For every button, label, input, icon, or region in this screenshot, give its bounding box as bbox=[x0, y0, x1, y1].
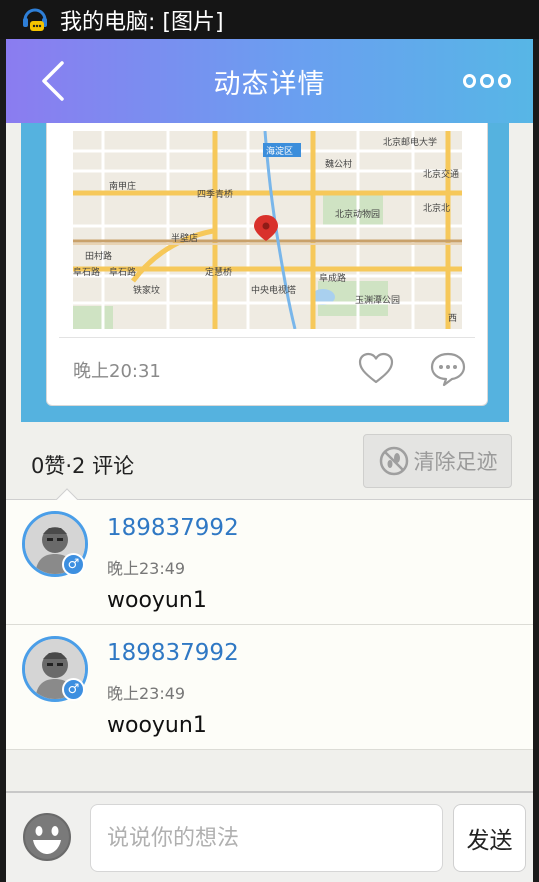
more-dot-icon bbox=[463, 74, 477, 88]
comment-item: ♂ 189837992 晚上23:49 wooyun1 bbox=[6, 625, 533, 750]
stats-bar: 0赞·2 评论 清除足迹 bbox=[6, 422, 533, 500]
send-button[interactable]: 发送 bbox=[453, 804, 526, 872]
map-label: 半壁店 bbox=[171, 232, 198, 244]
post-card: 海淀区 北京邮电大学 北京交通 魏公村 南甲庄 四季青桥 北京动物园 北京北 半… bbox=[46, 123, 488, 406]
clear-footprint-label: 清除足迹 bbox=[413, 450, 498, 474]
comment-button[interactable] bbox=[428, 349, 468, 389]
comment-username[interactable]: 189837992 bbox=[107, 640, 239, 666]
back-button[interactable] bbox=[36, 59, 76, 103]
status-title: 我的电脑: [图片] bbox=[60, 9, 224, 35]
qq-chat-icon bbox=[22, 6, 48, 34]
chevron-left-icon bbox=[42, 61, 64, 101]
composer-bar: 发送 bbox=[6, 791, 533, 882]
map-label: 南甲庄 bbox=[109, 180, 136, 192]
speech-bubble-icon bbox=[430, 352, 466, 387]
comment-username[interactable]: 189837992 bbox=[107, 515, 239, 541]
comment-item: ♂ 189837992 晚上23:49 wooyun1 bbox=[6, 500, 533, 625]
map-icon: 海淀区 北京邮电大学 北京交通 魏公村 南甲庄 四季青桥 北京动物园 北京北 半… bbox=[73, 131, 462, 329]
map-label: 定慧桥 bbox=[205, 266, 232, 278]
status-bar: 我的电脑: [图片] bbox=[0, 0, 539, 39]
map-image[interactable]: 海淀区 北京邮电大学 北京交通 魏公村 南甲庄 四季青桥 北京动物园 北京北 半… bbox=[73, 131, 462, 329]
map-label: 北京北 bbox=[423, 202, 450, 214]
page-title: 动态详情 bbox=[213, 68, 326, 100]
map-label: 西 bbox=[448, 313, 457, 324]
map-label: 玉渊潭公园 bbox=[355, 295, 400, 306]
map-label: 四季青桥 bbox=[197, 188, 233, 200]
comment-time: 晚上23:49 bbox=[107, 684, 186, 703]
comment-time: 晚上23:49 bbox=[107, 559, 186, 578]
more-dot-icon bbox=[497, 74, 511, 88]
comment-text: wooyun1 bbox=[107, 588, 207, 613]
right-edge bbox=[533, 39, 539, 882]
likes-comments-count: 0赞·2 评论 bbox=[31, 454, 135, 478]
map-label: 魏公村 bbox=[325, 158, 352, 170]
map-label: 阜成路 bbox=[319, 272, 346, 284]
heart-outline-icon bbox=[358, 352, 394, 384]
post-background: 海淀区 北京邮电大学 北京交通 魏公村 南甲庄 四季青桥 北京动物园 北京北 半… bbox=[21, 123, 509, 422]
more-dot-icon bbox=[480, 74, 494, 88]
content-area: 海淀区 北京邮电大学 北京交通 魏公村 南甲庄 四季青桥 北京动物园 北京北 半… bbox=[6, 123, 533, 791]
comment-list: ♂ 189837992 晚上23:49 wooyun1 ♂ 189837992 … bbox=[6, 500, 533, 750]
map-label: 阜石路 bbox=[73, 266, 100, 278]
map-label: 阜石路 bbox=[109, 266, 136, 278]
male-gender-icon: ♂ bbox=[62, 678, 85, 701]
comment-text: wooyun1 bbox=[107, 713, 207, 738]
map-label: 北京邮电大学 bbox=[383, 136, 437, 148]
emoji-button[interactable] bbox=[22, 812, 72, 862]
post-time: 晚上20:31 bbox=[73, 361, 161, 382]
no-footprint-icon bbox=[379, 446, 408, 476]
map-label: 铁家坟 bbox=[133, 284, 160, 296]
map-label: 中央电视塔 bbox=[251, 284, 296, 296]
comment-input[interactable] bbox=[90, 804, 443, 872]
male-gender-icon: ♂ bbox=[62, 553, 85, 576]
map-label: 北京交通 bbox=[423, 168, 459, 180]
like-button[interactable] bbox=[356, 349, 396, 389]
nav-bar: 动态详情 bbox=[6, 39, 533, 123]
map-label: 海淀区 bbox=[266, 145, 293, 157]
clear-footprint-button[interactable]: 清除足迹 bbox=[363, 434, 512, 488]
card-divider bbox=[59, 337, 475, 338]
more-button[interactable] bbox=[463, 69, 511, 93]
smiley-icon bbox=[23, 813, 71, 861]
map-label: 田村路 bbox=[85, 250, 112, 262]
map-label: 北京动物园 bbox=[335, 208, 380, 220]
